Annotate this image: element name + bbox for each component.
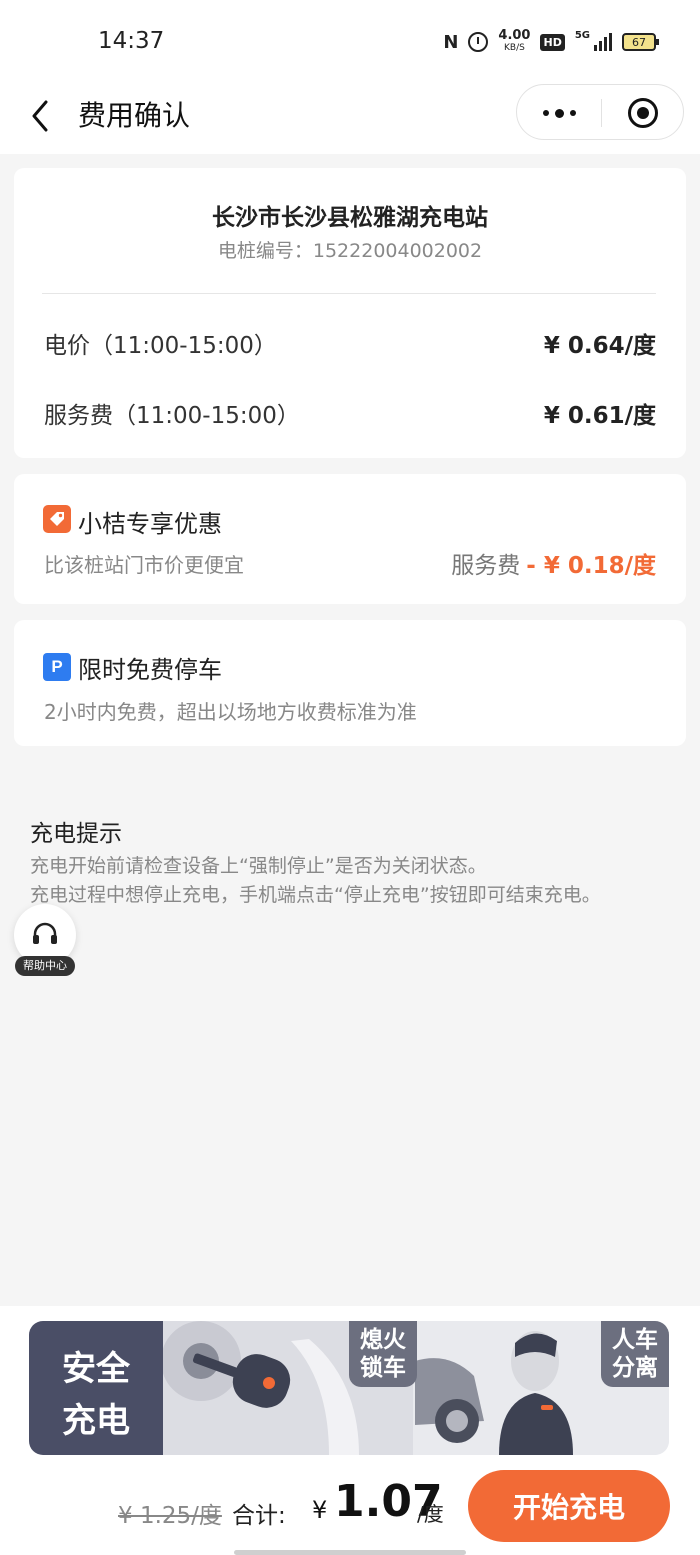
- tag-line: 熄火: [360, 1327, 406, 1353]
- checkout-bar: ¥ 1.25/度 合计: ¥ 1.07 /度 开始充电: [0, 1468, 700, 1544]
- more-icon[interactable]: [517, 85, 601, 141]
- nfc-icon: N: [443, 31, 459, 53]
- station-card: 长沙市长沙县松雅湖充电站 电桩编号：15222004002002 电价（11:0…: [14, 168, 686, 458]
- banner-tag-leave-car: 人车 分离: [601, 1321, 669, 1387]
- mini-program-capsule: [516, 84, 684, 140]
- price-label: 服务费（11:00-15:00）: [44, 403, 300, 429]
- parking-title: 限时免费停车: [78, 656, 222, 684]
- discount-label: 服务费: [451, 553, 521, 579]
- headset-icon: [33, 922, 57, 944]
- mini-program-close-icon[interactable]: [601, 85, 685, 141]
- electricity-price-row: 电价（11:00-15:00） ¥ 0.64/度: [44, 326, 656, 360]
- price-value: ¥ 0.64/度: [543, 333, 656, 359]
- home-indicator[interactable]: [234, 1550, 466, 1555]
- bottom-panel: 安全 充电 熄火 锁车 人车 分离 ¥ 1.25/度 合计: ¥ 1.07 /度…: [0, 1306, 700, 1555]
- net-speed-unit: KB/S: [504, 43, 525, 53]
- promo-title: 小桔专享优惠: [78, 510, 222, 538]
- tag-line: 人车: [612, 1327, 658, 1353]
- currency-symbol: ¥: [312, 1496, 328, 1524]
- banner-safe-charging: 安全 充电: [29, 1321, 163, 1455]
- hd-icon: HD: [540, 33, 565, 51]
- charging-tips: 充电提示 充电开始前请检查设备上“强制停止”是否为关闭状态。 充电过程中想停止充…: [30, 814, 680, 910]
- tag-icon: [43, 505, 71, 533]
- page-title: 费用确认: [78, 99, 191, 132]
- parking-subtitle: 2小时内免费，超出以场地方收费标准为准: [44, 700, 417, 724]
- original-price: ¥ 1.25/度: [118, 1503, 222, 1529]
- signal-icon: [594, 33, 612, 51]
- tips-line: 充电开始前请检查设备上“强制停止”是否为关闭状态。: [30, 855, 487, 877]
- network-type: 5G: [574, 30, 590, 41]
- nav-bar: 费用确认: [0, 80, 700, 154]
- tag-line: 锁车: [360, 1355, 406, 1381]
- price-label: 电价（11:00-15:00）: [44, 333, 277, 359]
- station-name: 长沙市长沙县松雅湖充电站: [212, 205, 488, 231]
- promo-card: 小桔专享优惠 比该桩站门市价更便宜 服务费 - ¥ 0.18/度: [14, 474, 686, 604]
- promo-discount: 服务费 - ¥ 0.18/度: [451, 546, 656, 580]
- banner-tag-engine-off: 熄火 锁车: [349, 1321, 417, 1387]
- service-fee-row: 服务费（11:00-15:00） ¥ 0.61/度: [44, 396, 656, 430]
- safety-banner[interactable]: 安全 充电 熄火 锁车 人车 分离: [29, 1321, 669, 1455]
- help-center-label: 帮助中心: [15, 956, 75, 976]
- tips-title: 充电提示: [30, 821, 122, 847]
- status-bar: 14:37 N 4.00 KB/S HD 5G 67: [0, 0, 700, 80]
- discount-value: - ¥ 0.18/度: [526, 553, 656, 579]
- card-divider: [42, 293, 656, 294]
- battery-icon: 67: [622, 33, 659, 51]
- parking-icon: P: [43, 653, 71, 681]
- status-time: 14:37: [98, 28, 165, 54]
- promo-subtitle: 比该桩站门市价更便宜: [44, 553, 244, 577]
- alarm-icon: [468, 32, 489, 52]
- total-label: 合计:: [232, 1503, 286, 1529]
- tag-line: 分离: [612, 1355, 658, 1381]
- parking-card: P 限时免费停车 2小时内免费，超出以场地方收费标准为准: [14, 620, 686, 746]
- help-center-button[interactable]: 帮助中心: [14, 904, 76, 976]
- status-icons: N 4.00 KB/S HD 5G 67: [443, 28, 659, 54]
- net-speed: 4.00 KB/S: [498, 28, 531, 54]
- pile-number: 电桩编号：15222004002002: [217, 240, 483, 262]
- price-unit: /度: [417, 1502, 444, 1526]
- tips-line: 充电过程中想停止充电，手机端点击“停止充电”按钮即可结束充电。: [30, 884, 601, 906]
- net-speed-value: 4.00: [498, 28, 531, 43]
- banner-left-line2: 充电: [62, 1401, 130, 1441]
- banner-left-line1: 安全: [62, 1349, 130, 1389]
- start-charging-button[interactable]: 开始充电: [468, 1470, 670, 1542]
- price-value: ¥ 0.61/度: [543, 403, 656, 429]
- back-icon[interactable]: [26, 96, 66, 136]
